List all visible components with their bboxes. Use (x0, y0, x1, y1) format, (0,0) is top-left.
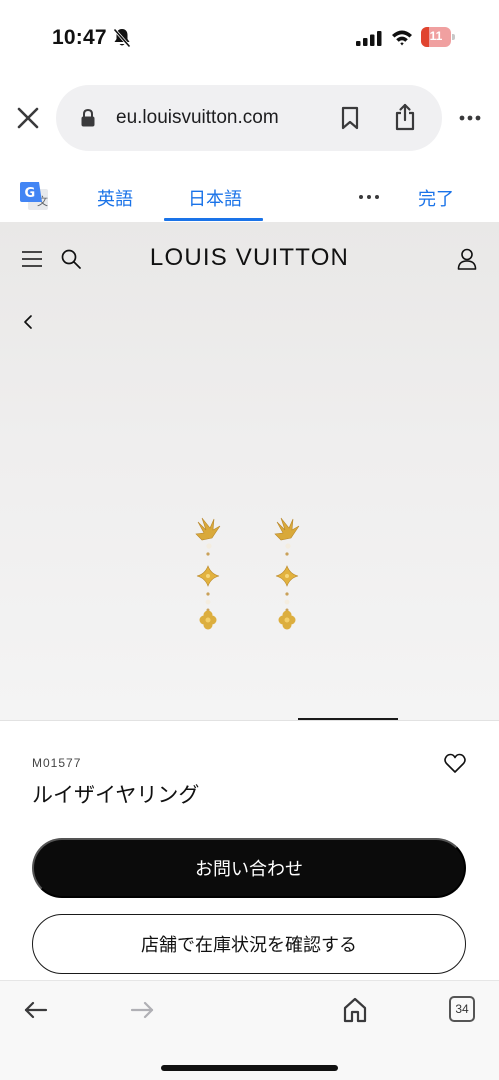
google-translate-icon: 文 G (20, 182, 48, 210)
bell-slash-icon (113, 28, 131, 48)
product-hero: LOUIS VUITTON (0, 222, 499, 720)
product-name: ルイザイヤリング (32, 784, 200, 807)
heart-icon[interactable] (444, 753, 466, 774)
status-bar: 10:47 11 (0, 0, 499, 72)
url-text[interactable]: eu.louisvuitton.com (116, 107, 279, 129)
browser-toolbar: 34 (0, 980, 499, 1080)
share-icon[interactable] (394, 103, 416, 131)
tab-count: 34 (455, 1002, 469, 1016)
wifi-icon (392, 30, 412, 46)
address-bar[interactable]: eu.louisvuitton.com (56, 85, 442, 151)
home-indicator (161, 1065, 338, 1071)
divider (0, 720, 499, 721)
more-icon[interactable] (458, 114, 482, 122)
lang-tab-english[interactable]: 英語 (97, 185, 133, 211)
bookmark-icon[interactable] (340, 106, 360, 130)
battery-icon: 11 (421, 27, 455, 47)
contact-button[interactable]: お問い合わせ (32, 838, 466, 898)
status-time: 10:47 (52, 26, 107, 49)
earring-image-left (195, 517, 221, 630)
translate-bar: 文 G 英語 日本語 完了 (0, 170, 499, 222)
close-icon[interactable] (14, 104, 42, 132)
lang-tab-japanese[interactable]: 日本語 (188, 185, 242, 211)
site-logo[interactable]: LOUIS VUITTON (0, 244, 499, 272)
account-icon[interactable] (457, 248, 477, 270)
translate-more-icon[interactable] (358, 194, 380, 200)
product-sku: M01577 (32, 756, 82, 770)
battery-level: 11 (429, 29, 443, 43)
forward-arrow-icon[interactable] (130, 1001, 154, 1019)
back-arrow-icon[interactable] (24, 1001, 48, 1019)
check-store-stock-button[interactable]: 店舗で在庫状況を確認する (32, 914, 466, 974)
translate-done-button[interactable]: 完了 (418, 185, 454, 211)
earring-image-right (274, 517, 300, 630)
tabs-icon[interactable]: 34 (449, 996, 475, 1022)
active-tab-indicator (164, 218, 263, 221)
signal-icon (356, 31, 382, 46)
lock-icon (81, 109, 95, 127)
browser-url-row: eu.louisvuitton.com (0, 84, 499, 152)
home-icon[interactable] (342, 997, 368, 1023)
svg-text:G: G (25, 186, 36, 201)
back-chevron-icon[interactable] (22, 314, 34, 330)
